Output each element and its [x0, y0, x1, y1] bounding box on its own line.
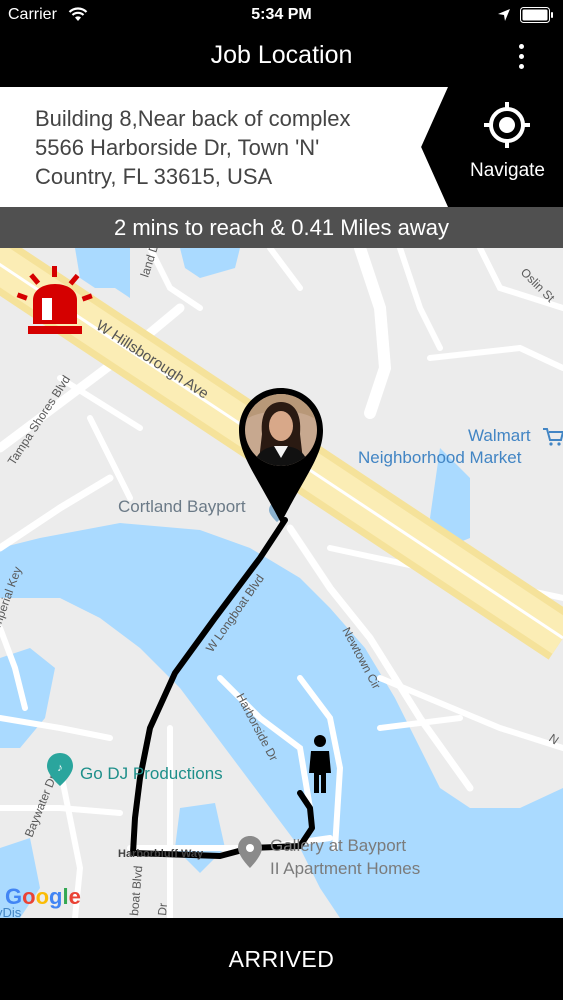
walmart-cart-icon[interactable] [543, 428, 563, 446]
google-logo: Google [5, 884, 81, 909]
map-label: Neighborhood Market [358, 448, 522, 467]
address-box: Building 8,Near back of complex 5566 Har… [0, 87, 448, 207]
map-label: boat Blvd [127, 865, 145, 916]
navigate-label: Navigate [470, 160, 545, 181]
page-title: Job Location [210, 41, 353, 69]
address-line-2: 5566 Harborside Dr, Town 'N' [35, 135, 320, 160]
clock: 5:34 PM [251, 6, 312, 23]
more-options-icon[interactable] [509, 44, 533, 72]
map-label: Gallery at Bayport [270, 836, 406, 855]
svg-text:Google: Google [5, 884, 81, 909]
map-label: Dr [155, 902, 170, 916]
address-card: Building 8,Near back of complex 5566 Har… [0, 87, 563, 207]
status-bar: Carrier 5:34 PM [0, 0, 563, 30]
arrived-button[interactable]: ARRIVED [0, 918, 563, 1000]
navigate-button[interactable]: Navigate [452, 87, 563, 207]
address-line-3: Country, FL 33615, USA [35, 164, 273, 189]
map-label: Go DJ Productions [80, 764, 223, 783]
map-view[interactable]: W Hillsborough Ave Tampa Shores Blvd lan… [0, 248, 563, 918]
battery-icon [520, 7, 553, 23]
crosshair-icon [484, 102, 530, 148]
map-label: Walmart [468, 426, 531, 445]
address-line-1: Building 8,Near back of complex [35, 106, 351, 131]
destination-pin[interactable] [239, 388, 323, 523]
svg-text:♪: ♪ [57, 762, 63, 774]
map-label: Harborbluff Way [118, 848, 204, 860]
apartment-poi-icon[interactable] [238, 836, 262, 868]
location-arrow-icon [498, 9, 510, 21]
nav-bar: Job Location [0, 30, 563, 86]
map-label: Tampa Shores Blvd [5, 373, 73, 468]
map-label: Cortland Bayport [118, 497, 246, 516]
map-label: II Apartment Homes [270, 859, 420, 878]
eta-bar: 2 mins to reach & 0.41 Miles away [0, 207, 563, 248]
